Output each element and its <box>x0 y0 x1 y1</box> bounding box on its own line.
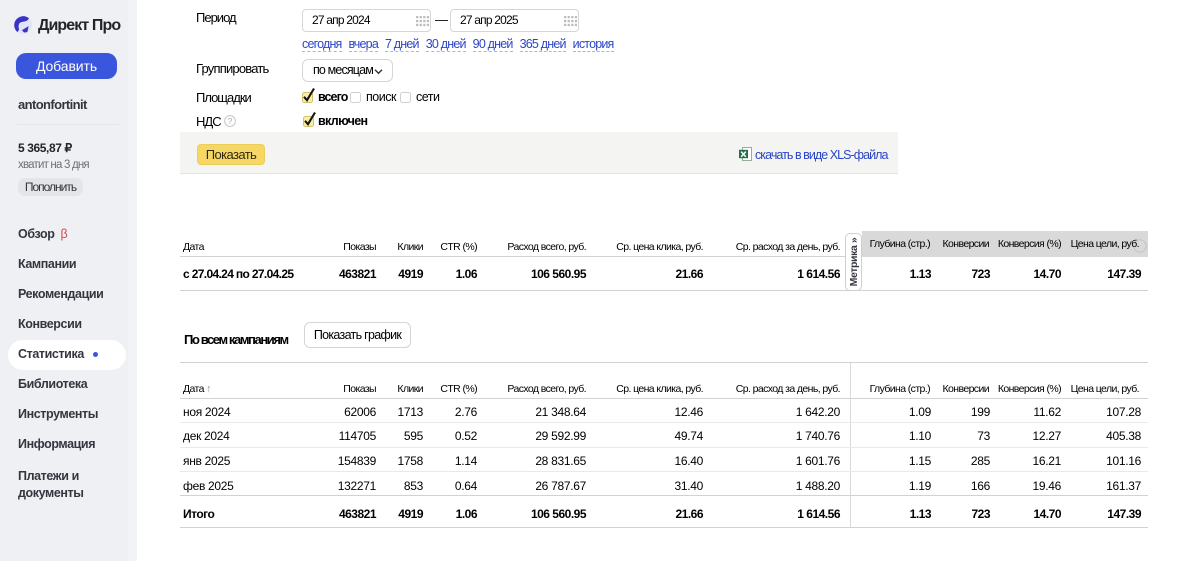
svg-text:?: ? <box>228 117 233 126</box>
